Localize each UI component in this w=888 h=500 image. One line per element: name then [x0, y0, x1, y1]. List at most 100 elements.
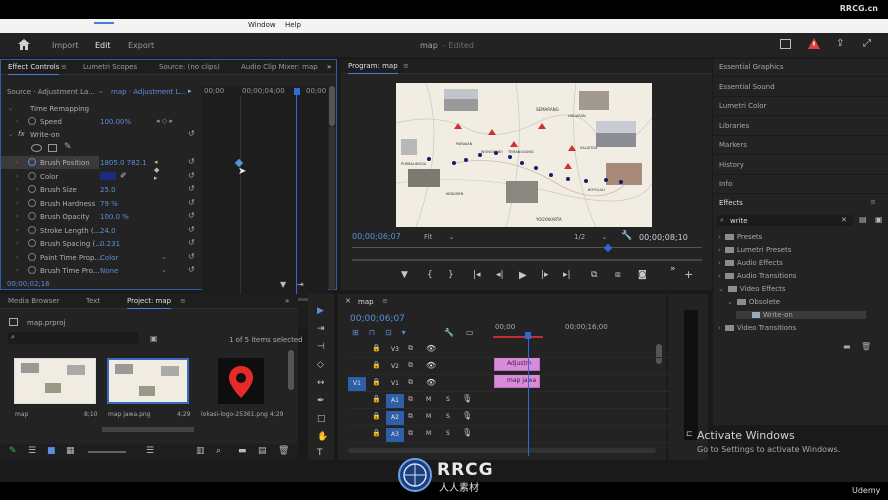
timeline-tools-icons[interactable]: ⊞⊓⊡▾: [352, 328, 416, 337]
track-row[interactable]: 🔒 A3 ⧉ M S 🎙: [348, 427, 668, 443]
expand-arrow-icon[interactable]: ›: [16, 186, 18, 193]
sync-lock-icon[interactable]: ⧉: [408, 412, 413, 421]
new-bin-icon[interactable]: ▤: [859, 215, 867, 224]
eye-icon[interactable]: 👁: [426, 344, 436, 353]
expand-arrow-icon[interactable]: ›: [16, 118, 18, 125]
reset-icon[interactable]: ↺: [188, 157, 195, 166]
eye-icon[interactable]: 👁: [426, 361, 436, 370]
track-target[interactable]: A1: [386, 394, 404, 408]
panel-menu-icon[interactable]: ≡: [382, 297, 388, 305]
effect-property-row[interactable]: › Brush Time Pro... None ↺ ⌄: [1, 264, 201, 277]
collapse-arrow-icon[interactable]: ⌄: [8, 131, 13, 138]
mute-button[interactable]: M: [426, 413, 431, 420]
new-item-icon[interactable]: ▤: [258, 446, 267, 456]
keyframe-nav-icon[interactable]: ◂ ◇ ▸: [156, 117, 173, 125]
property-value[interactable]: 25.0: [100, 186, 116, 194]
export-frame-icon[interactable]: ⇥: [297, 280, 304, 289]
property-value[interactable]: Color: [100, 254, 118, 262]
lock-icon[interactable]: 🔒: [372, 412, 381, 420]
program-time-ruler[interactable]: [352, 247, 702, 257]
chevron-down-icon[interactable]: ⌄: [161, 253, 167, 261]
menu-help[interactable]: Help: [285, 21, 301, 29]
sync-lock-icon[interactable]: ⧉: [408, 395, 413, 404]
trash-icon[interactable]: 🗑: [861, 342, 871, 351]
stopwatch-icon[interactable]: [28, 252, 36, 261]
panel-item[interactable]: Info: [719, 180, 732, 188]
effect-property-row[interactable]: › Paint Time Prop... Color ↺ ⌄: [1, 251, 201, 264]
panel-item[interactable]: Essential Graphics: [719, 63, 784, 71]
bin-icon[interactable]: ▣: [150, 334, 158, 343]
track-target[interactable]: V3: [386, 343, 404, 357]
solo-button[interactable]: S: [446, 396, 450, 403]
tab-media-browser[interactable]: Media Browser: [8, 297, 60, 305]
write-on-row[interactable]: ⌄ fx Write-on ↺: [1, 128, 201, 141]
solo-button[interactable]: S: [446, 413, 450, 420]
go-to-out-icon[interactable]: ▸|: [563, 270, 571, 280]
automate-icon[interactable]: ▥: [196, 446, 205, 456]
effect-property-row[interactable]: › Brush Size 25.0 ↺: [1, 183, 201, 196]
tab-edit[interactable]: Edit: [95, 41, 111, 50]
icon-view-icon[interactable]: ■: [47, 446, 56, 456]
timeline-timecode[interactable]: 00;00;06;07: [350, 314, 405, 324]
play-only-icon[interactable]: ▸: [188, 87, 192, 95]
list-view-icon[interactable]: ☰: [28, 446, 36, 456]
sync-lock-icon[interactable]: ⧉: [408, 344, 413, 353]
expand-arrow-icon[interactable]: ›: [16, 213, 18, 220]
panel-item[interactable]: Markers: [719, 141, 747, 149]
panel-item[interactable]: History: [719, 161, 744, 169]
track-row[interactable]: 🔒 A2 ⧉ M S 🎙: [348, 410, 668, 426]
panel-menu-icon[interactable]: ≡: [180, 297, 186, 305]
fx-icon[interactable]: fx: [18, 130, 25, 138]
wrench-icon[interactable]: 🔧: [444, 328, 454, 337]
play-icon[interactable]: ▶: [519, 270, 527, 281]
overflow-icon[interactable]: »: [670, 264, 676, 274]
stopwatch-icon[interactable]: [28, 158, 36, 166]
mute-button[interactable]: M: [426, 430, 431, 437]
color-swatch[interactable]: [100, 171, 116, 180]
sequence-label[interactable]: map · Adjustment L...: [111, 88, 186, 96]
type-tool-icon[interactable]: T: [317, 448, 323, 458]
track-target[interactable]: V2: [386, 360, 404, 374]
property-value[interactable]: 100.0 %: [100, 213, 129, 221]
timeline-horizontal-scrollbar[interactable]: [348, 448, 656, 453]
track-row[interactable]: V1 🔒 V1 ⧉ 👁: [348, 376, 668, 392]
effect-property-row[interactable]: › Brush Position 1805.0 782.1 ↺ ◂ ◆ ▸: [1, 156, 195, 182]
track-select-icon[interactable]: ⇥: [317, 324, 325, 334]
microphone-icon[interactable]: 🎙: [462, 411, 472, 420]
ellipse-mask-icon[interactable]: [31, 144, 42, 152]
new-preset-icon[interactable]: ▣: [875, 215, 883, 224]
chevron-down-icon[interactable]: ⌄: [98, 87, 104, 95]
chevron-right-icon[interactable]: ›: [718, 272, 721, 280]
pencil-icon[interactable]: ✎: [9, 446, 17, 456]
tab-source[interactable]: Source: (no clips): [159, 63, 220, 71]
effects-tree-item[interactable]: Write-on: [736, 311, 866, 319]
tab-audio-clip-mixer[interactable]: Audio Clip Mixer: map: [241, 63, 318, 71]
sync-lock-icon[interactable]: ⧉: [408, 378, 413, 387]
resolution-dropdown[interactable]: 1/2 ⌄: [574, 233, 607, 241]
wrench-icon[interactable]: 🔧: [621, 231, 632, 241]
panel-overflow-icon[interactable]: »: [285, 297, 289, 305]
source-patch[interactable]: V1: [348, 377, 366, 391]
add-button-icon[interactable]: +: [684, 268, 693, 281]
rectangle-mask-icon[interactable]: [48, 144, 57, 152]
effects-tree-item[interactable]: › Presets: [718, 233, 762, 241]
stopwatch-icon[interactable]: [28, 185, 36, 193]
property-value[interactable]: 24.0: [100, 227, 116, 235]
expand-arrow-icon[interactable]: ›: [16, 240, 18, 247]
effect-property-row[interactable]: › Brush Opacity 100.0 % ↺: [1, 210, 201, 223]
lock-icon[interactable]: 🔒: [372, 429, 381, 437]
effect-property-row[interactable]: › Stroke Length (... 24.0 ↺: [1, 224, 201, 237]
sequence-tab[interactable]: map: [358, 298, 374, 306]
track-row[interactable]: 🔒 V3 ⧉ 👁: [348, 342, 668, 358]
property-value[interactable]: 0.231: [100, 240, 120, 248]
chevron-right-icon[interactable]: ›: [718, 324, 721, 332]
stopwatch-icon[interactable]: [28, 198, 36, 207]
property-value[interactable]: 79 %: [100, 200, 118, 208]
chevron-right-icon[interactable]: ›: [718, 246, 721, 254]
step-forward-icon[interactable]: |▸: [541, 270, 549, 280]
project-item-map-jawa[interactable]: [107, 358, 189, 404]
work-area-bar[interactable]: [493, 336, 543, 338]
program-zoom-bar[interactable]: [352, 259, 702, 261]
sort-icon[interactable]: ☰: [146, 446, 154, 456]
microphone-icon[interactable]: 🎙: [462, 428, 472, 437]
